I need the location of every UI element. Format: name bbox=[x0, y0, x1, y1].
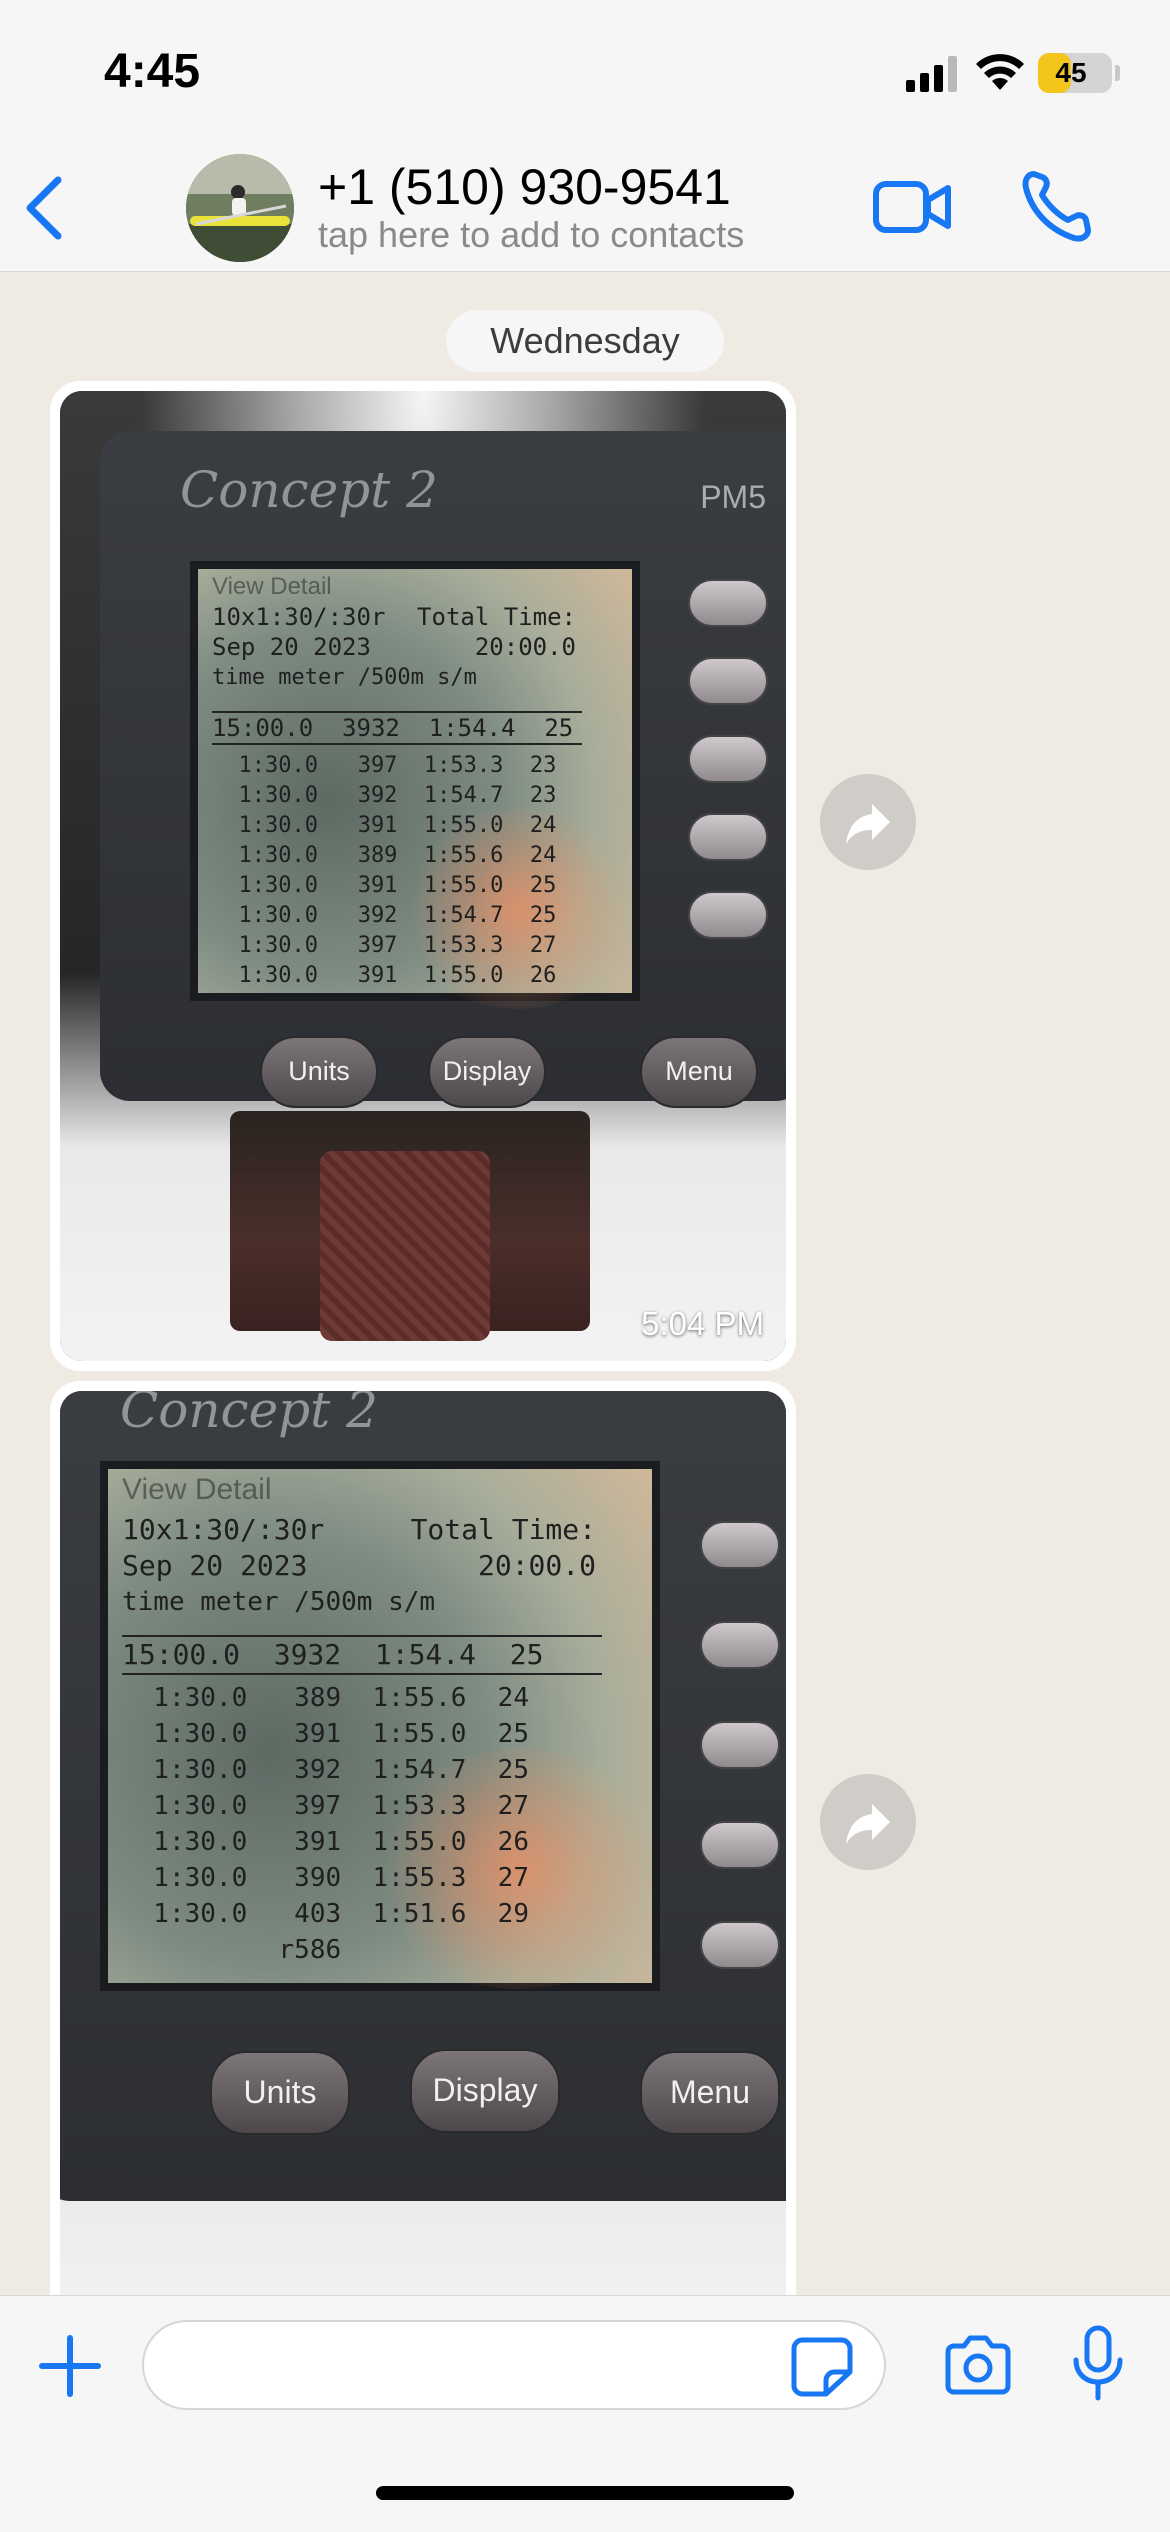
lcd-total-time: 20:00.0 bbox=[477, 1549, 596, 1582]
forward-button[interactable] bbox=[820, 774, 916, 870]
lcd-title: View Detail bbox=[122, 1473, 272, 1506]
monitor-side-button bbox=[688, 735, 768, 783]
battery-cap bbox=[1115, 65, 1120, 81]
monitor-side-button bbox=[688, 813, 768, 861]
monitor-units-button: Units bbox=[210, 2051, 350, 2135]
lcd-total-time: 20:00.0 bbox=[474, 633, 576, 661]
video-camera-icon[interactable] bbox=[872, 176, 952, 238]
chevron-left-icon[interactable] bbox=[20, 174, 70, 242]
forward-arrow-icon bbox=[846, 1804, 890, 1844]
battery-indicator: 45 bbox=[1038, 53, 1120, 93]
monitor-model: PM5 bbox=[700, 479, 766, 515]
avatar-rower-image bbox=[186, 154, 294, 262]
message-input[interactable] bbox=[142, 2320, 886, 2410]
lcd-workout: 10x1:30/:30r bbox=[122, 1513, 325, 1546]
monitor-side-button bbox=[688, 579, 768, 627]
pm5-monitor: Concept 2 View Detail 10x1:30/:30r Total… bbox=[60, 1391, 786, 2201]
monitor-side-button bbox=[700, 1721, 780, 1769]
chat-header: +1 (510) 930-9541 tap here to add to con… bbox=[0, 140, 1170, 272]
lcd-row: 1:30.0 392 1:54.7 25 bbox=[122, 1755, 529, 1785]
lcd-row: 1:30.0 389 1:55.6 24 bbox=[212, 843, 557, 868]
image-message[interactable]: Concept 2 PM5 View Detail 10x1:30/:30r T… bbox=[50, 381, 796, 1371]
monitor-side-button bbox=[700, 1521, 780, 1569]
monitor-brand: Concept 2 bbox=[180, 461, 438, 519]
lcd-title: View Detail bbox=[212, 573, 332, 600]
sticker-icon[interactable] bbox=[790, 2336, 854, 2398]
battery-level: 45 bbox=[1055, 57, 1087, 88]
lcd-row: 1:30.0 403 1:51.6 29 bbox=[122, 1899, 529, 1929]
monitor-menu-button: Menu bbox=[640, 2051, 780, 2135]
message-timestamp: 5:04 PM bbox=[641, 1305, 764, 1342]
image-message[interactable]: Concept 2 View Detail 10x1:30/:30r Total… bbox=[50, 1381, 796, 2295]
monitor-display-button: Display bbox=[410, 2049, 560, 2133]
lcd-row: 1:30.0 391 1:55.0 26 bbox=[212, 963, 557, 988]
date-separator: Wednesday bbox=[446, 310, 724, 372]
add-to-contacts-hint[interactable]: tap here to add to contacts bbox=[318, 214, 744, 256]
lcd-total-time-label: Total Time: bbox=[410, 1513, 596, 1546]
monitor-side-button bbox=[688, 657, 768, 705]
monitor-lcd: View Detail 10x1:30/:30r Total Time: Sep… bbox=[100, 1461, 668, 1991]
phone-icon[interactable] bbox=[1020, 168, 1092, 244]
monitor-side-button bbox=[688, 891, 768, 939]
lcd-columns: time meter /500m s/m bbox=[122, 1587, 436, 1617]
monitor-display-button: Display bbox=[428, 1036, 546, 1108]
pm5-monitor: Concept 2 PM5 View Detail 10x1:30/:30r T… bbox=[100, 431, 786, 1108]
forward-arrow-icon bbox=[846, 804, 890, 844]
monitor-side-button bbox=[700, 1821, 780, 1869]
lcd-row: 1:30.0 392 1:54.7 23 bbox=[212, 783, 557, 808]
home-indicator[interactable] bbox=[376, 2486, 794, 2500]
lcd-rows: 15:00.0 3932 1:54.4 25 1:30.0 397 1:53.3… bbox=[212, 711, 582, 993]
status-time: 4:45 bbox=[104, 45, 201, 98]
chat-area[interactable]: Wednesday Concept 2 PM5 View Detail 10x1… bbox=[0, 273, 1170, 2295]
lcd-date: Sep 20 2023 bbox=[212, 633, 371, 661]
lcd-row: 1:30.0 389 1:55.6 24 bbox=[122, 1683, 529, 1713]
plus-icon[interactable] bbox=[36, 2332, 104, 2400]
lcd-row: 1:30.0 391 1:55.0 25 bbox=[212, 873, 557, 898]
lcd-row: 1:30.0 390 1:55.3 27 bbox=[122, 1863, 529, 1893]
lcd-row: 1:30.0 391 1:55.0 24 bbox=[212, 813, 557, 838]
message-photo[interactable]: Concept 2 PM5 View Detail 10x1:30/:30r T… bbox=[60, 391, 786, 1361]
forward-button[interactable] bbox=[820, 1774, 916, 1870]
lcd-row: 1:30.0 391 1:55.0 26 bbox=[122, 1827, 529, 1857]
monitor-side-button bbox=[700, 1921, 780, 1969]
lcd-columns: time meter /500m s/m bbox=[212, 665, 477, 690]
lcd-date: Sep 20 2023 bbox=[122, 1549, 308, 1582]
lcd-total-time-label: Total Time: bbox=[417, 603, 576, 631]
lcd-workout: 10x1:30/:30r bbox=[212, 603, 386, 631]
contact-name[interactable]: +1 (510) 930-9541 bbox=[318, 158, 731, 216]
lcd-row: 1:30.0 392 1:54.7 25 bbox=[212, 903, 557, 928]
lcd-row: 1:30.0 391 1:55.0 25 bbox=[122, 1719, 529, 1749]
lcd-summary-row: 15:00.0 3932 1:54.4 25 bbox=[122, 1635, 602, 1675]
erg-flywheel bbox=[320, 1151, 490, 1341]
lcd-row: 1:30.0 397 1:53.3 27 bbox=[212, 933, 557, 958]
camera-icon[interactable] bbox=[942, 2334, 1014, 2396]
status-bar: 4:45 45 bbox=[0, 0, 1170, 140]
lcd-summary-row: 15:00.0 3932 1:54.4 25 bbox=[212, 711, 582, 745]
message-photo[interactable]: Concept 2 View Detail 10x1:30/:30r Total… bbox=[60, 1391, 786, 2295]
lcd-row: 1:30.0 397 1:53.3 27 bbox=[122, 1791, 529, 1821]
lcd-rows: 15:00.0 3932 1:54.4 25 1:30.0 389 1:55.6… bbox=[122, 1635, 602, 1971]
monitor-side-button bbox=[700, 1621, 780, 1669]
monitor-menu-button: Menu bbox=[640, 1036, 758, 1108]
wifi-icon bbox=[976, 54, 1024, 90]
avatar[interactable] bbox=[186, 154, 294, 262]
monitor-brand: Concept 2 bbox=[120, 1391, 378, 1439]
lcd-row: 1:30.0 397 1:53.3 23 bbox=[212, 753, 557, 778]
monitor-units-button: Units bbox=[260, 1036, 378, 1108]
lcd-row: r586 bbox=[122, 1935, 342, 1965]
monitor-lcd: View Detail 10x1:30/:30r Total Time: Sep… bbox=[190, 561, 640, 1009]
cellular-signal-icon bbox=[906, 56, 957, 92]
microphone-icon[interactable] bbox=[1068, 2324, 1128, 2404]
